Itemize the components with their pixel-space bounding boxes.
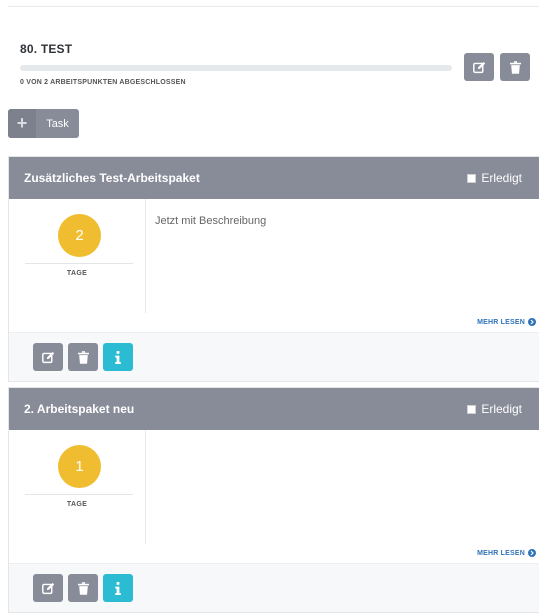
- task-card-body: 1 TAGE MEHR LESEN: [9, 430, 539, 563]
- task-title: 2. Arbeitspaket neu: [24, 402, 135, 416]
- info-icon: [115, 350, 121, 364]
- task-card-header: 2. Arbeitspaket neu Erledigt: [9, 388, 539, 430]
- task-days-label: TAGE: [66, 501, 88, 508]
- task-done-label: Erledigt: [481, 402, 522, 416]
- chevron-right-icon: [528, 549, 536, 557]
- edit-project-button[interactable]: [464, 53, 494, 81]
- task-card: Zusätzliches Test-Arbeitspaket Erledigt …: [8, 156, 539, 382]
- trash-icon: [509, 60, 521, 74]
- info-task-button[interactable]: [103, 343, 133, 371]
- delete-project-button[interactable]: [500, 53, 530, 81]
- edit-icon: [41, 582, 54, 594]
- chevron-right-icon: [528, 318, 536, 326]
- project-progress-bar: [20, 65, 452, 71]
- info-icon: [115, 581, 121, 595]
- project-actions: [464, 53, 530, 81]
- read-more-label: MEHR LESEN: [477, 318, 525, 326]
- edit-task-button[interactable]: [33, 343, 63, 371]
- task-days-badge: 1: [58, 445, 101, 488]
- top-divider: [8, 6, 539, 7]
- task-card: 2. Arbeitspaket neu Erledigt 1 TAGE MEHR…: [8, 387, 539, 613]
- task-done-checkbox[interactable]: [467, 173, 477, 183]
- task-card-footer: [9, 332, 539, 381]
- trash-icon: [77, 581, 89, 595]
- add-task-button[interactable]: + Task: [8, 109, 79, 138]
- task-done-label: Erledigt: [481, 171, 522, 185]
- delete-task-button[interactable]: [68, 574, 98, 602]
- task-card-body: 2 TAGE Jetzt mit Beschreibung MEHR LESEN: [9, 199, 539, 332]
- trash-icon: [77, 350, 89, 364]
- task-days-panel: 2 TAGE: [9, 199, 146, 313]
- delete-task-button[interactable]: [68, 343, 98, 371]
- edit-icon: [41, 351, 54, 363]
- task-title: Zusätzliches Test-Arbeitspaket: [24, 171, 200, 185]
- task-days-divider: [25, 263, 133, 264]
- read-more-link[interactable]: MEHR LESEN: [477, 549, 536, 557]
- task-done-checkbox[interactable]: [467, 404, 477, 414]
- info-task-button[interactable]: [103, 574, 133, 602]
- edit-task-button[interactable]: [33, 574, 63, 602]
- read-more-label: MEHR LESEN: [477, 549, 525, 557]
- project-header: 80. TEST 0 VON 2 ARBEITSPUNKTEN ABGESCHL…: [20, 42, 539, 102]
- task-days-panel: 1 TAGE: [9, 430, 146, 544]
- task-description: Jetzt mit Beschreibung: [155, 215, 267, 227]
- task-card-footer: [9, 563, 539, 612]
- task-days-divider: [25, 494, 133, 495]
- task-done-toggle[interactable]: Erledigt: [467, 402, 522, 416]
- read-more-link[interactable]: MEHR LESEN: [477, 318, 536, 326]
- task-days-label: TAGE: [66, 270, 88, 277]
- task-done-toggle[interactable]: Erledigt: [467, 171, 522, 185]
- task-card-header: Zusätzliches Test-Arbeitspaket Erledigt: [9, 157, 539, 199]
- project-title: 80. TEST: [20, 42, 73, 56]
- edit-icon: [472, 61, 485, 73]
- project-progress-text: 0 VON 2 ARBEITSPUNKTEN ABGESCHLOSSEN: [20, 79, 186, 86]
- plus-icon: +: [8, 109, 36, 138]
- add-task-label: Task: [46, 117, 69, 130]
- task-days-badge: 2: [58, 214, 101, 257]
